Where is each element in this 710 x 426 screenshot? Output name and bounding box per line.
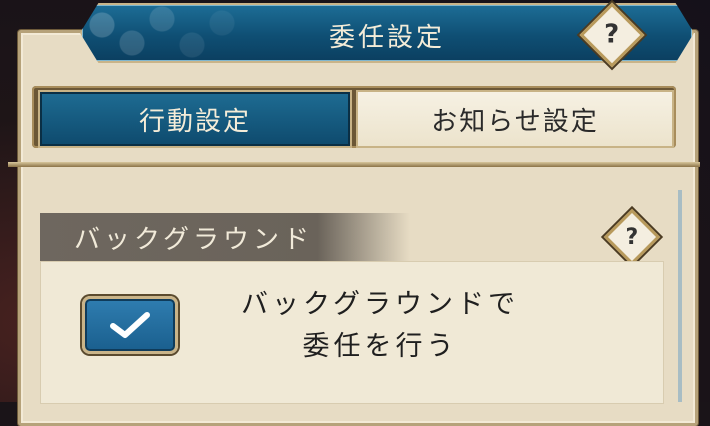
scrollbar[interactable] <box>678 190 682 402</box>
background-delegate-checkbox[interactable] <box>82 296 178 354</box>
question-icon: ? <box>625 224 639 250</box>
checkmark-icon <box>110 312 150 338</box>
section-title: バックグラウンド <box>40 213 410 261</box>
divider <box>8 162 700 167</box>
question-icon: ? <box>604 20 620 50</box>
checkbox-label: バックグラウンドで 委任を行う <box>190 284 570 368</box>
checkbox-label-line1: バックグラウンドで <box>241 289 519 320</box>
tab-action-settings[interactable]: 行動設定 <box>38 90 352 148</box>
checkbox-label-line2: 委任を行う <box>302 331 458 362</box>
tab-bar: 行動設定 お知らせ設定 <box>32 86 676 148</box>
tab-notification-settings[interactable]: お知らせ設定 <box>356 90 674 148</box>
